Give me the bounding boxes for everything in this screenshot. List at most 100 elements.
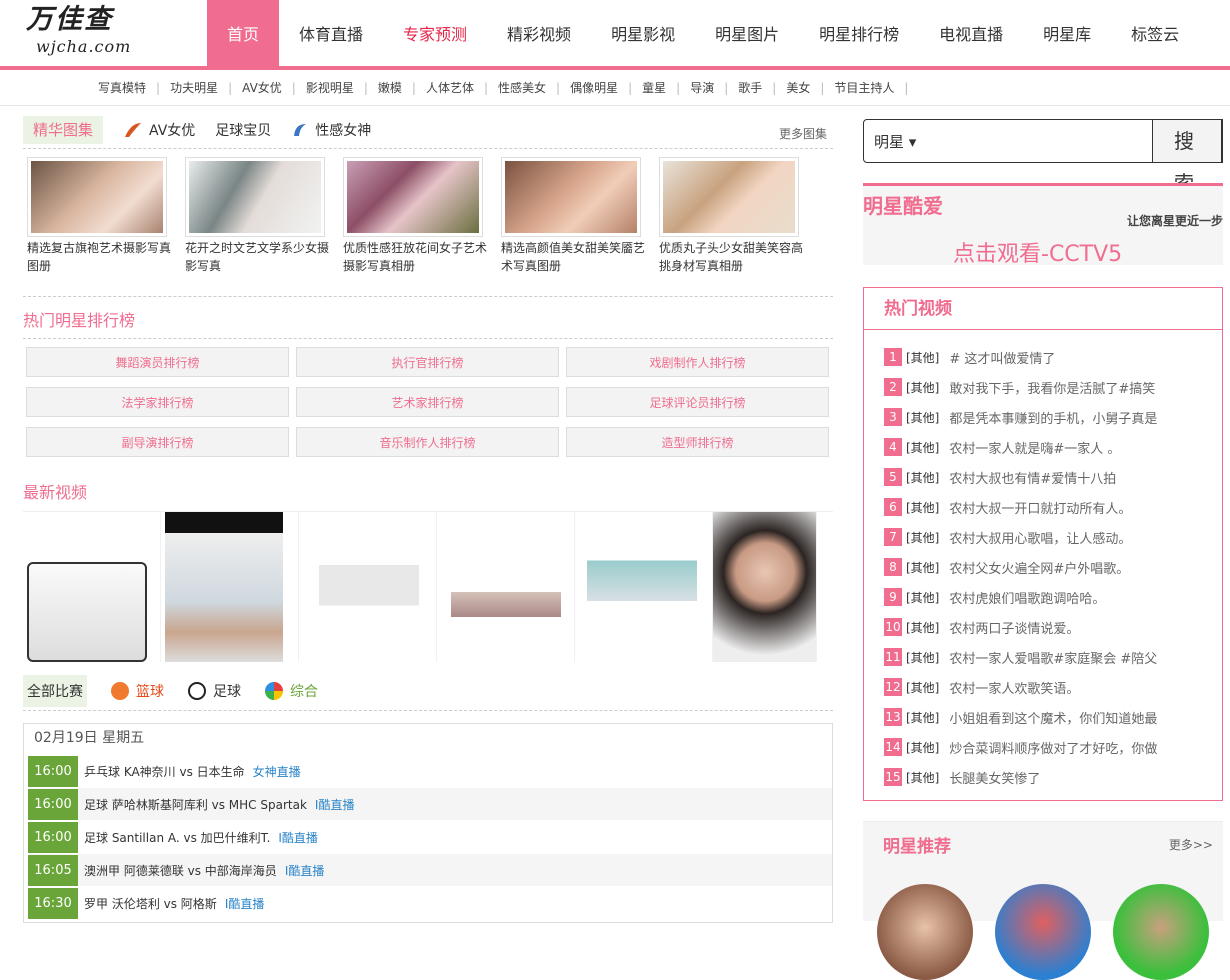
gallery-caption[interactable]: 优质丸子头少女甜美笑容高挑身材写真相册 [655, 237, 813, 279]
video-title[interactable]: 长腿美女笑惨了 [949, 768, 1040, 787]
tab-all-matches[interactable]: 全部比赛 [23, 674, 87, 707]
video-title[interactable]: # 这才叫做爱情了 [949, 348, 1055, 367]
video-title[interactable]: 农村一家人爱唱歌#家庭聚会 #陪父 [949, 648, 1157, 667]
hot-video-item[interactable]: 7 [其他] 农村大叔用心歌唱，让人感动。 [884, 522, 1222, 552]
hot-video-item[interactable]: 15 [其他] 长腿美女笑惨了 [884, 762, 1222, 792]
hot-video-item[interactable]: 11 [其他] 农村一家人爱唱歌#家庭聚会 #陪父 [884, 642, 1222, 672]
match-row[interactable]: 16:00 足球 萨哈林斯基阿库利 vs MHC Spartak I酷直播 [28, 787, 832, 820]
nav-star-library[interactable]: 明星库 [1023, 0, 1111, 70]
subnav-item[interactable]: 歌手 [730, 79, 770, 96]
nav-star-films[interactable]: 明星影视 [591, 0, 695, 70]
hot-video-item[interactable]: 5 [其他] 农村大叔也有情#爱情十八拍 [884, 462, 1222, 492]
gallery-caption[interactable]: 花开之时文艺文学系少女摄影写真 [181, 237, 339, 279]
video-title[interactable]: 炒合菜调料顺序做对了才好吃，你做 [949, 738, 1157, 757]
subnav-item[interactable]: 导演 [682, 79, 722, 96]
subnav-item[interactable]: 偶像明星 [562, 79, 626, 96]
gallery-caption[interactable]: 精选复古旗袍艺术摄影写真图册 [23, 237, 181, 279]
match-row[interactable]: 16:00 足球 Santillan A. vs 加巴什维利T. I酷直播 [28, 820, 832, 853]
more-link[interactable]: 更多>> [1169, 836, 1213, 853]
ranking-button[interactable]: 执行官排行榜 [296, 347, 559, 377]
tab-football-babe[interactable]: 足球宝贝 [215, 120, 271, 140]
gallery-thumb[interactable] [27, 157, 167, 237]
site-logo[interactable]: 万佳查 wjcha.com [26, 4, 166, 58]
promo-banner[interactable]: 明星酷爱 让您离星更近一步 点击观看-CCTV5 [863, 183, 1223, 267]
gallery-item[interactable]: 精选复古旗袍艺术摄影写真图册 [23, 157, 181, 296]
ranking-button[interactable]: 足球评论员排行榜 [566, 387, 829, 417]
video-title[interactable]: 都是凭本事赚到的手机，小舅子真是 [949, 408, 1157, 427]
video-title[interactable]: 农村一家人就是嗨#一家人 。 [949, 438, 1120, 457]
gallery-item[interactable]: 花开之时文艺文学系少女摄影写真 [181, 157, 339, 296]
video-thumb[interactable] [575, 512, 713, 662]
live-link[interactable]: I酷直播 [285, 862, 325, 879]
hot-video-item[interactable]: 13 [其他] 小姐姐看到这个魔术，你们知道她最 [884, 702, 1222, 732]
video-title[interactable]: 农村两口子谈情说爱。 [949, 618, 1079, 637]
live-link[interactable]: 女神直播 [253, 763, 301, 780]
video-title[interactable]: 农村大叔用心歌唱，让人感动。 [949, 528, 1131, 547]
gallery-item[interactable]: 优质性感狂放花间女子艺术摄影写真相册 [339, 157, 497, 296]
hot-video-item[interactable]: 10 [其他] 农村两口子谈情说爱。 [884, 612, 1222, 642]
hot-video-item[interactable]: 3 [其他] 都是凭本事赚到的手机，小舅子真是 [884, 402, 1222, 432]
hot-video-item[interactable]: 6 [其他] 农村大叔一开口就打动所有人。 [884, 492, 1222, 522]
video-thumb[interactable] [299, 512, 437, 662]
gallery-caption[interactable]: 优质性感狂放花间女子艺术摄影写真相册 [339, 237, 497, 279]
subnav-item[interactable]: 童星 [634, 79, 674, 96]
subnav-item[interactable]: 写真模特 [90, 79, 154, 96]
video-title[interactable]: 农村虎娘们唱歌跑调哈哈。 [949, 588, 1105, 607]
nav-videos[interactable]: 精彩视频 [487, 0, 591, 70]
ranking-button[interactable]: 法学家排行榜 [26, 387, 289, 417]
subnav-item[interactable]: 人体艺体 [418, 79, 482, 96]
match-row[interactable]: 16:30 罗甲 沃伦塔利 vs 阿格斯 I酷直播 [28, 886, 832, 919]
video-thumb[interactable] [713, 512, 817, 662]
gallery-thumb[interactable] [659, 157, 799, 237]
avatar[interactable] [877, 884, 973, 980]
subnav-item[interactable]: 美女 [778, 79, 818, 96]
live-link[interactable]: I酷直播 [315, 796, 355, 813]
nav-star-ranking[interactable]: 明星排行榜 [799, 0, 919, 70]
gallery-caption[interactable]: 精选高颜值美女甜美笑靥艺术写真图册 [497, 237, 655, 279]
nav-home[interactable]: 首页 [207, 0, 280, 70]
tab-sexy-goddess[interactable]: 性感女神 [291, 120, 371, 140]
hot-video-item[interactable]: 14 [其他] 炒合菜调料顺序做对了才好吃，你做 [884, 732, 1222, 762]
tab-comprehensive[interactable]: 综合 [265, 681, 318, 701]
hot-video-item[interactable]: 1 [其他] # 这才叫做爱情了 [884, 342, 1222, 372]
ranking-button[interactable]: 造型师排行榜 [566, 427, 829, 457]
tab-basketball[interactable]: 篮球 [111, 681, 164, 701]
ranking-button[interactable]: 副导演排行榜 [26, 427, 289, 457]
match-row[interactable]: 16:05 澳洲甲 阿德莱德联 vs 中部海岸海员 I酷直播 [28, 853, 832, 886]
hot-video-item[interactable]: 12 [其他] 农村一家人欢歌笑语。 [884, 672, 1222, 702]
gallery-item[interactable]: 优质丸子头少女甜美笑容高挑身材写真相册 [655, 157, 813, 296]
avatar[interactable] [995, 884, 1091, 980]
video-title[interactable]: 农村父女火遍全网#户外唱歌。 [949, 558, 1129, 577]
search-button[interactable]: 搜索 [1152, 119, 1222, 195]
subnav-item[interactable]: 节目主持人 [826, 79, 902, 96]
subnav-item[interactable]: 嫩模 [370, 79, 410, 96]
subnav-item[interactable]: 性感美女 [490, 79, 554, 96]
ranking-button[interactable]: 音乐制作人排行榜 [296, 427, 559, 457]
ranking-button[interactable]: 戏剧制作人排行榜 [566, 347, 829, 377]
video-title[interactable]: 小姐姐看到这个魔术，你们知道她最 [949, 708, 1157, 727]
hot-video-item[interactable]: 4 [其他] 农村一家人就是嗨#一家人 。 [884, 432, 1222, 462]
video-title[interactable]: 敢对我下手，我看你是活腻了#搞笑 [949, 378, 1155, 397]
nav-tag-cloud[interactable]: 标签云 [1111, 0, 1199, 70]
subnav-item[interactable]: AV女优 [234, 79, 290, 96]
ranking-button[interactable]: 艺术家排行榜 [296, 387, 559, 417]
video-thumb[interactable] [437, 512, 575, 662]
tab-football[interactable]: 足球 [188, 681, 241, 701]
video-title[interactable]: 农村大叔也有情#爱情十八拍 [949, 468, 1116, 487]
nav-star-photos[interactable]: 明星图片 [695, 0, 799, 70]
gallery-thumb[interactable] [343, 157, 483, 237]
ranking-button[interactable]: 舞蹈演员排行榜 [26, 347, 289, 377]
video-thumb[interactable] [23, 512, 161, 662]
gallery-thumb[interactable] [501, 157, 641, 237]
nav-sports-live[interactable]: 体育直播 [279, 0, 383, 70]
gallery-item[interactable]: 精选高颜值美女甜美笑靥艺术写真图册 [497, 157, 655, 296]
video-title[interactable]: 农村一家人欢歌笑语。 [949, 678, 1079, 697]
video-title[interactable]: 农村大叔一开口就打动所有人。 [949, 498, 1131, 517]
tab-featured-gallery[interactable]: 精华图集 [23, 115, 104, 144]
hot-video-item[interactable]: 2 [其他] 敢对我下手，我看你是活腻了#搞笑 [884, 372, 1222, 402]
tab-av[interactable]: AV女优 [123, 120, 195, 140]
match-row[interactable]: 16:00 乒乓球 KA神奈川 vs 日本生命 女神直播 [28, 754, 832, 787]
more-galleries-link[interactable]: 更多图集 [779, 125, 827, 142]
video-thumb[interactable] [161, 512, 299, 662]
nav-expert-predict[interactable]: 专家预测 [383, 0, 487, 70]
